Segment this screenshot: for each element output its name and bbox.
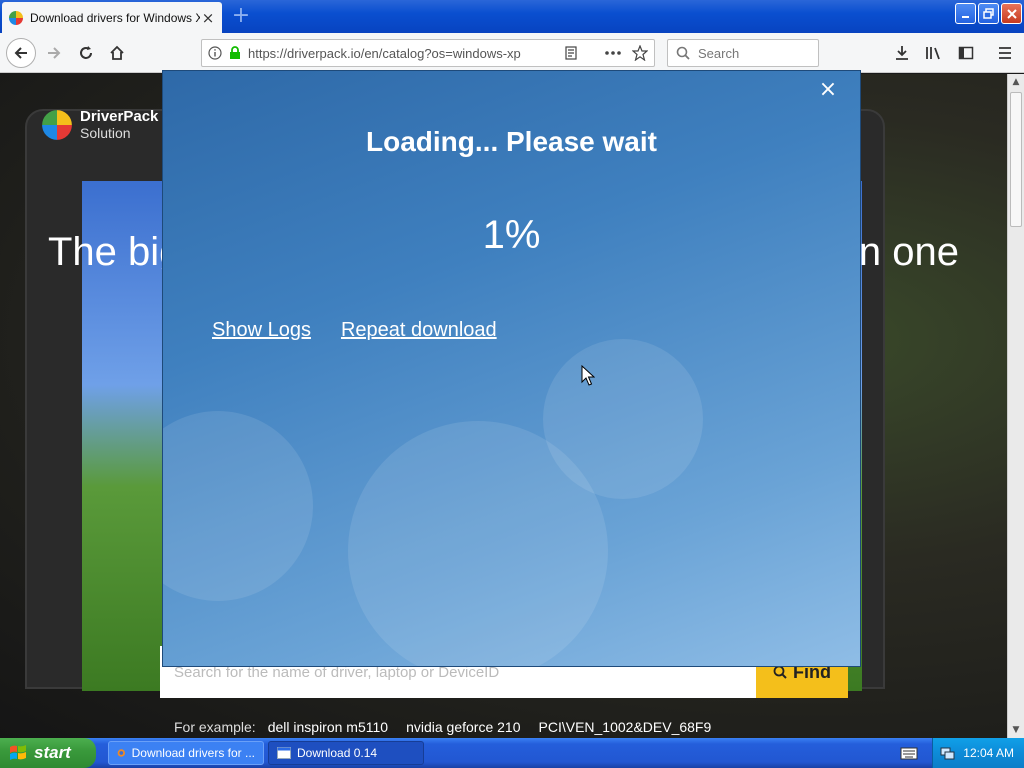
- close-icon: [1006, 8, 1017, 19]
- hamburger-menu-icon: [999, 47, 1011, 59]
- bokeh-decoration: [348, 421, 608, 666]
- search-examples: For example: dell inspiron m5110 nvidia …: [174, 719, 711, 735]
- restore-button[interactable]: [978, 3, 999, 24]
- modal-close-button[interactable]: ×: [817, 79, 839, 101]
- home-icon: [110, 45, 124, 60]
- sidebar-button[interactable]: [954, 41, 978, 65]
- tab-title: Download drivers for Windows XP: [30, 10, 200, 25]
- reader-view-icon[interactable]: [564, 46, 578, 60]
- logo-sub-text: Solution: [80, 125, 131, 141]
- network-icon[interactable]: [939, 745, 955, 761]
- new-tab-plus-icon[interactable]: +: [230, 5, 252, 27]
- browser-navbar: https://driverpack.io/en/catalog?os=wind…: [0, 33, 1024, 73]
- reload-button[interactable]: [74, 41, 98, 65]
- page-scrollbar[interactable]: ▲ ▼: [1007, 74, 1024, 738]
- example-link[interactable]: nvidia geforce 210: [406, 719, 520, 735]
- system-tray: 12:04 AM: [932, 738, 1024, 768]
- scroll-up-icon[interactable]: ▲: [1008, 74, 1024, 90]
- modal-title: Loading... Please wait: [366, 126, 657, 157]
- minimize-button[interactable]: [955, 3, 976, 24]
- show-logs-link[interactable]: Show Logs: [212, 319, 311, 342]
- arrow-left-icon: [14, 47, 27, 59]
- windows-flag-icon: [10, 745, 26, 760]
- clock[interactable]: 12:04 AM: [963, 746, 1014, 760]
- download-progress-text: 1%: [482, 213, 541, 257]
- taskbar-item-label: Download 0.14: [297, 746, 378, 760]
- hero-heading-right: n one: [858, 230, 959, 274]
- download-icon: [896, 46, 908, 60]
- bokeh-decoration: [163, 411, 313, 601]
- home-button[interactable]: [105, 41, 129, 65]
- more-actions-icon[interactable]: [604, 46, 622, 60]
- restore-icon: [983, 8, 994, 19]
- repeat-download-link[interactable]: Repeat download: [341, 319, 497, 342]
- keyboard-layout-icon[interactable]: [900, 745, 918, 761]
- taskbar-item-label: Download drivers for ...: [131, 746, 255, 760]
- search-icon: [773, 665, 787, 679]
- browser-app-icon: [117, 749, 125, 757]
- scroll-thumb[interactable]: [1010, 92, 1022, 227]
- example-link[interactable]: PCI\VEN_1002&DEV_68F9: [539, 719, 712, 735]
- windows-taskbar: start Download drivers for ... Download …: [0, 738, 1024, 768]
- downloads-button[interactable]: [890, 41, 914, 65]
- scroll-down-icon[interactable]: ▼: [1008, 722, 1024, 738]
- start-button[interactable]: start: [0, 738, 96, 768]
- loading-modal: × Loading... Please wait 1% Show Logs Re…: [162, 70, 861, 667]
- taskbar-item-download[interactable]: Download 0.14: [268, 741, 424, 765]
- close-window-button[interactable]: [1001, 3, 1022, 24]
- browser-search-placeholder: Search: [698, 45, 740, 61]
- info-icon[interactable]: [208, 46, 222, 60]
- library-button[interactable]: [922, 41, 946, 65]
- modal-links: Show Logs Repeat download: [212, 319, 497, 342]
- browser-tab[interactable]: Download drivers for Windows XP ×: [2, 2, 222, 33]
- mouse-cursor-icon: [581, 365, 595, 386]
- window-app-icon: [277, 747, 291, 759]
- browser-titlebar: Download drivers for Windows XP × +: [0, 0, 1024, 33]
- start-label: start: [34, 743, 71, 762]
- address-bar[interactable]: https://driverpack.io/en/catalog?os=wind…: [201, 39, 655, 67]
- library-icon: [926, 47, 940, 60]
- reload-icon: [80, 46, 92, 59]
- taskbar-item-browser[interactable]: Download drivers for ...: [108, 741, 264, 765]
- forward-button[interactable]: [42, 41, 66, 65]
- driverpack-logo[interactable]: DriverPack Solution: [40, 108, 158, 142]
- lock-icon: [230, 46, 240, 59]
- search-icon: [676, 46, 690, 60]
- browser-search-input[interactable]: Search: [667, 39, 819, 67]
- arrow-right-icon: [48, 47, 61, 59]
- sidebar-icon: [958, 46, 974, 60]
- url-text[interactable]: https://driverpack.io/en/catalog?os=wind…: [248, 46, 564, 61]
- menu-button[interactable]: [993, 41, 1017, 65]
- example-link[interactable]: dell inspiron m5110: [268, 719, 388, 735]
- back-button[interactable]: [6, 38, 36, 68]
- tab-close-icon[interactable]: ×: [200, 10, 216, 26]
- logo-brand-text: DriverPack: [80, 108, 159, 125]
- bookmark-star-icon[interactable]: [632, 45, 648, 61]
- examples-label: For example:: [174, 719, 256, 735]
- minimize-icon: [961, 15, 969, 18]
- driverpack-favicon-icon: [9, 10, 23, 25]
- driverpack-logo-icon: [42, 110, 72, 140]
- window-controls: [955, 3, 1022, 24]
